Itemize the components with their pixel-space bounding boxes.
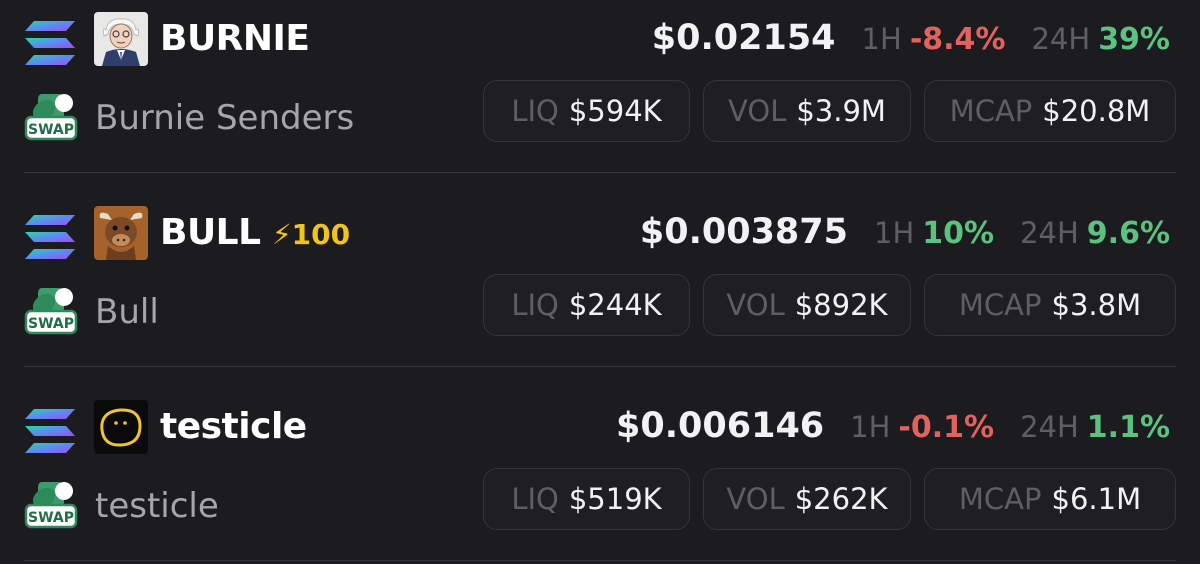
market-cap-value: $6.1M bbox=[1051, 482, 1142, 516]
market-cap-value: $3.8M bbox=[1051, 288, 1142, 322]
market-cap-pill: MCAP $3.8M bbox=[924, 274, 1176, 336]
volume-pill: VOL $3.9M bbox=[703, 80, 911, 142]
change-1h-label: 1H bbox=[861, 22, 902, 56]
change-1h-label: 1H bbox=[874, 216, 915, 250]
token-price: $0.02154 bbox=[651, 18, 836, 58]
volume-pill: VOL $262K bbox=[703, 468, 911, 530]
change-24h-label: 24H bbox=[1020, 410, 1079, 444]
boost-badge: ⚡100 bbox=[272, 218, 350, 251]
burnie-avatar bbox=[94, 12, 148, 66]
liquidity-value: $519K bbox=[568, 482, 662, 516]
row-divider bbox=[24, 366, 1176, 367]
token-name: testicle bbox=[95, 486, 219, 526]
swap-label: SWAP bbox=[28, 316, 74, 332]
solana-icon bbox=[25, 21, 75, 65]
change-1h-value: -0.1% bbox=[898, 410, 995, 445]
change-24h-value: 1.1% bbox=[1086, 410, 1170, 445]
liquidity-pill: LIQ $594K bbox=[483, 80, 690, 142]
boost-value: 100 bbox=[291, 218, 351, 251]
volume-value: $3.9M bbox=[796, 94, 886, 128]
liquidity-label: LIQ bbox=[511, 288, 559, 322]
liquidity-pill: LIQ $244K bbox=[483, 274, 690, 336]
price-line: $0.006146 1H -0.1% 24H 1.1% bbox=[616, 406, 1170, 446]
lightning-icon: ⚡ bbox=[272, 218, 292, 251]
swap-label: SWAP bbox=[28, 510, 74, 526]
liquidity-value: $244K bbox=[568, 288, 662, 322]
bull-avatar bbox=[94, 206, 148, 260]
token-symbol: BURNIE bbox=[160, 18, 310, 59]
token-price: $0.003875 bbox=[639, 212, 848, 252]
change-24h-value: 9.6% bbox=[1086, 216, 1170, 251]
swap-label: SWAP bbox=[28, 122, 74, 138]
solana-icon bbox=[25, 215, 75, 259]
market-cap-pill: MCAP $20.8M bbox=[924, 80, 1176, 142]
volume-pill: VOL $892K bbox=[703, 274, 911, 336]
market-cap-label: MCAP bbox=[958, 482, 1042, 516]
price-line: $0.003875 1H 10% 24H 9.6% bbox=[640, 212, 1170, 252]
liquidity-value: $594K bbox=[568, 94, 662, 128]
liquidity-pill: LIQ $519K bbox=[483, 468, 690, 530]
volume-label: VOL bbox=[726, 288, 785, 322]
token-row-burnie[interactable]: BURNIE SWAP Burnie Senders $0.02154 1H -… bbox=[0, 0, 1200, 194]
token-symbol: testicle bbox=[160, 406, 307, 447]
swap-icon: SWAP bbox=[24, 482, 78, 529]
volume-value: $262K bbox=[794, 482, 888, 516]
token-name: Bull bbox=[95, 292, 159, 332]
token-name: Burnie Senders bbox=[95, 98, 355, 138]
testicle-avatar bbox=[94, 400, 148, 454]
swap-icon: SWAP bbox=[24, 94, 78, 141]
volume-label: VOL bbox=[728, 94, 787, 128]
market-cap-label: MCAP bbox=[958, 288, 1042, 322]
change-24h-label: 24H bbox=[1020, 216, 1079, 250]
token-price: $0.006146 bbox=[616, 406, 825, 446]
market-cap-label: MCAP bbox=[949, 94, 1033, 128]
token-symbol: BULL bbox=[160, 212, 261, 253]
market-cap-value: $20.8M bbox=[1042, 94, 1151, 128]
volume-label: VOL bbox=[726, 482, 785, 516]
token-list: BURNIE SWAP Burnie Senders $0.02154 1H -… bbox=[0, 0, 1200, 564]
change-1h-value: -8.4% bbox=[909, 22, 1006, 57]
liquidity-label: LIQ bbox=[511, 94, 559, 128]
solana-icon bbox=[25, 409, 75, 453]
row-divider bbox=[24, 172, 1176, 173]
market-cap-pill: MCAP $6.1M bbox=[924, 468, 1176, 530]
token-row-testicle[interactable]: testicle SWAP testicle $0.006146 1H -0.1… bbox=[0, 388, 1200, 564]
change-1h-value: 10% bbox=[922, 216, 995, 251]
swap-icon: SWAP bbox=[24, 288, 78, 335]
change-24h-value: 39% bbox=[1098, 22, 1170, 57]
token-row-bull[interactable]: BULL ⚡100 SWAP Bull $0.003875 1H 10% 24H… bbox=[0, 194, 1200, 388]
price-line: $0.02154 1H -8.4% 24H 39% bbox=[652, 18, 1170, 58]
change-1h-label: 1H bbox=[850, 410, 891, 444]
change-24h-label: 24H bbox=[1031, 22, 1091, 56]
liquidity-label: LIQ bbox=[511, 482, 559, 516]
row-divider bbox=[24, 560, 1176, 561]
volume-value: $892K bbox=[794, 288, 888, 322]
